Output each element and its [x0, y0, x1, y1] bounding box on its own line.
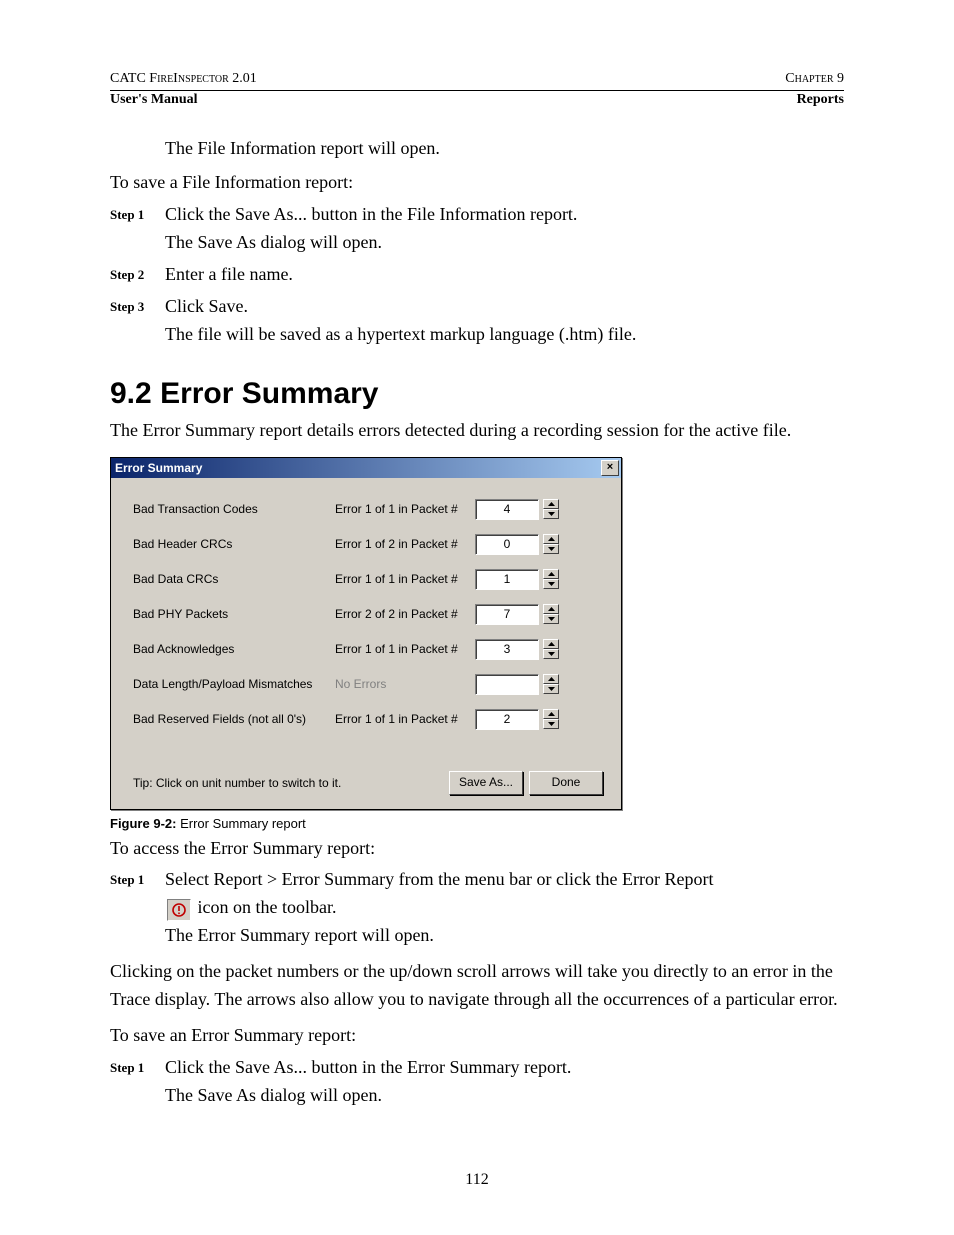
- error-row: Bad Data CRCsError 1 of 1 in Packet #1: [133, 562, 603, 597]
- access-step-1: Step 1 Select Report > Error Summary fro…: [110, 866, 844, 950]
- intro-step-2: Step 2 Enter a file name.: [110, 261, 844, 289]
- step-text-line2: icon on the toolbar.: [165, 894, 844, 922]
- header-product: CATC FireInspector 2.01: [110, 70, 257, 88]
- page-number: 112: [0, 1171, 954, 1189]
- spinner: [543, 534, 559, 554]
- figure-text: Error Summary report: [180, 816, 306, 831]
- spinner: [543, 499, 559, 519]
- error-status: No Errors: [335, 677, 475, 691]
- section-title: Error Summary: [160, 377, 378, 410]
- error-row: Bad PHY PacketsError 2 of 2 in Packet #7: [133, 597, 603, 632]
- step-text: The Error Summary report will open.: [165, 922, 844, 950]
- spinner-down-icon[interactable]: [543, 509, 559, 519]
- error-name: Bad Acknowledges: [133, 642, 335, 656]
- close-icon[interactable]: ×: [601, 460, 619, 476]
- spinner-up-icon[interactable]: [543, 604, 559, 614]
- spinner-up-icon[interactable]: [543, 569, 559, 579]
- step-text: The Save As dialog will open.: [165, 229, 844, 257]
- packet-number-input[interactable]: 1: [475, 569, 539, 590]
- error-status: Error 1 of 1 in Packet #: [335, 572, 475, 586]
- spinner-down-icon[interactable]: [543, 544, 559, 554]
- intro-line2: To save a File Information report:: [110, 169, 844, 197]
- step-text: Click the Save As... button in the Error…: [165, 1054, 844, 1082]
- step-text: Click the Save As... button in the File …: [165, 201, 844, 229]
- error-name: Bad Header CRCs: [133, 537, 335, 551]
- section-heading: 9.2 Error Summary: [110, 377, 844, 411]
- error-summary-dialog: Error Summary × Bad Transaction CodesErr…: [110, 457, 622, 810]
- spinner-up-icon[interactable]: [543, 709, 559, 719]
- intro-line1: The File Information report will open.: [165, 135, 844, 163]
- step-text: Click Save.: [165, 293, 844, 321]
- error-name: Bad Data CRCs: [133, 572, 335, 586]
- dialog-titlebar[interactable]: Error Summary ×: [111, 458, 621, 478]
- step-label: Step 1: [110, 1054, 165, 1110]
- dialog-tip: Tip: Click on unit number to switch to i…: [133, 776, 443, 790]
- header-section: Reports: [797, 92, 844, 107]
- header-manual: User's Manual: [110, 92, 198, 107]
- step-text: icon on the toolbar.: [198, 897, 337, 917]
- save-step-1: Step 1 Click the Save As... button in th…: [110, 1054, 844, 1110]
- error-name: Data Length/Payload Mismatches: [133, 677, 335, 691]
- spinner-down-icon[interactable]: [543, 684, 559, 694]
- spinner: [543, 639, 559, 659]
- error-row: Bad Reserved Fields (not all 0's)Error 1…: [133, 702, 603, 737]
- section-para: The Error Summary report details errors …: [110, 417, 844, 445]
- error-status: Error 1 of 1 in Packet #: [335, 712, 475, 726]
- spinner-down-icon[interactable]: [543, 719, 559, 729]
- step-text: Select Report > Error Summary from the m…: [165, 866, 844, 894]
- intro-step-1: Step 1 Click the Save As... button in th…: [110, 201, 844, 257]
- step-text: The file will be saved as a hypertext ma…: [165, 321, 844, 349]
- figure-caption: Figure 9-2: Error Summary report: [110, 816, 844, 831]
- error-name: Bad Transaction Codes: [133, 502, 335, 516]
- error-name: Bad PHY Packets: [133, 607, 335, 621]
- packet-number-input[interactable]: 7: [475, 604, 539, 625]
- step-label: Step 1: [110, 201, 165, 257]
- step-label: Step 1: [110, 866, 165, 950]
- spinner-up-icon[interactable]: [543, 534, 559, 544]
- intro-step-3: Step 3 Click Save. The file will be save…: [110, 293, 844, 349]
- error-name: Bad Reserved Fields (not all 0's): [133, 712, 335, 726]
- error-status: Error 1 of 1 in Packet #: [335, 502, 475, 516]
- spinner-down-icon[interactable]: [543, 614, 559, 624]
- page-header: CATC FireInspector 2.01 Chapter 9: [110, 70, 844, 88]
- header-chapter: Chapter 9: [785, 70, 844, 88]
- step-label: Step 3: [110, 293, 165, 349]
- error-row: Bad Header CRCsError 1 of 2 in Packet #0: [133, 527, 603, 562]
- spinner-up-icon[interactable]: [543, 674, 559, 684]
- step-text: The Save As dialog will open.: [165, 1082, 844, 1110]
- error-row: Data Length/Payload MismatchesNo Errors: [133, 667, 603, 702]
- section-number: 9.2: [110, 377, 152, 410]
- error-status: Error 1 of 2 in Packet #: [335, 537, 475, 551]
- spinner: [543, 709, 559, 729]
- save-as-button[interactable]: Save As...: [449, 771, 523, 795]
- dialog-title: Error Summary: [115, 461, 601, 475]
- packet-number-input[interactable]: 3: [475, 639, 539, 660]
- error-row: Bad Transaction CodesError 1 of 1 in Pac…: [133, 492, 603, 527]
- access-intro: To access the Error Summary report:: [110, 835, 844, 863]
- spinner-up-icon[interactable]: [543, 639, 559, 649]
- packet-number-input[interactable]: 0: [475, 534, 539, 555]
- page-header-2: User's Manual Reports: [110, 91, 844, 109]
- spinner: [543, 569, 559, 589]
- packet-number-input[interactable]: [475, 674, 539, 695]
- packet-number-input[interactable]: 4: [475, 499, 539, 520]
- spinner-down-icon[interactable]: [543, 579, 559, 589]
- figure-label: Figure 9-2:: [110, 816, 176, 831]
- save-intro: To save an Error Summary report:: [110, 1022, 844, 1050]
- done-button[interactable]: Done: [529, 771, 603, 795]
- click-para: Clicking on the packet numbers or the up…: [110, 958, 844, 1014]
- step-label: Step 2: [110, 261, 165, 289]
- spinner-down-icon[interactable]: [543, 649, 559, 659]
- step-text: Enter a file name.: [165, 261, 844, 289]
- spinner-up-icon[interactable]: [543, 499, 559, 509]
- spinner: [543, 604, 559, 624]
- packet-number-input[interactable]: 2: [475, 709, 539, 730]
- error-report-icon[interactable]: [167, 899, 191, 921]
- error-status: Error 1 of 1 in Packet #: [335, 642, 475, 656]
- error-status: Error 2 of 2 in Packet #: [335, 607, 475, 621]
- error-row: Bad AcknowledgesError 1 of 1 in Packet #…: [133, 632, 603, 667]
- spinner: [543, 674, 559, 694]
